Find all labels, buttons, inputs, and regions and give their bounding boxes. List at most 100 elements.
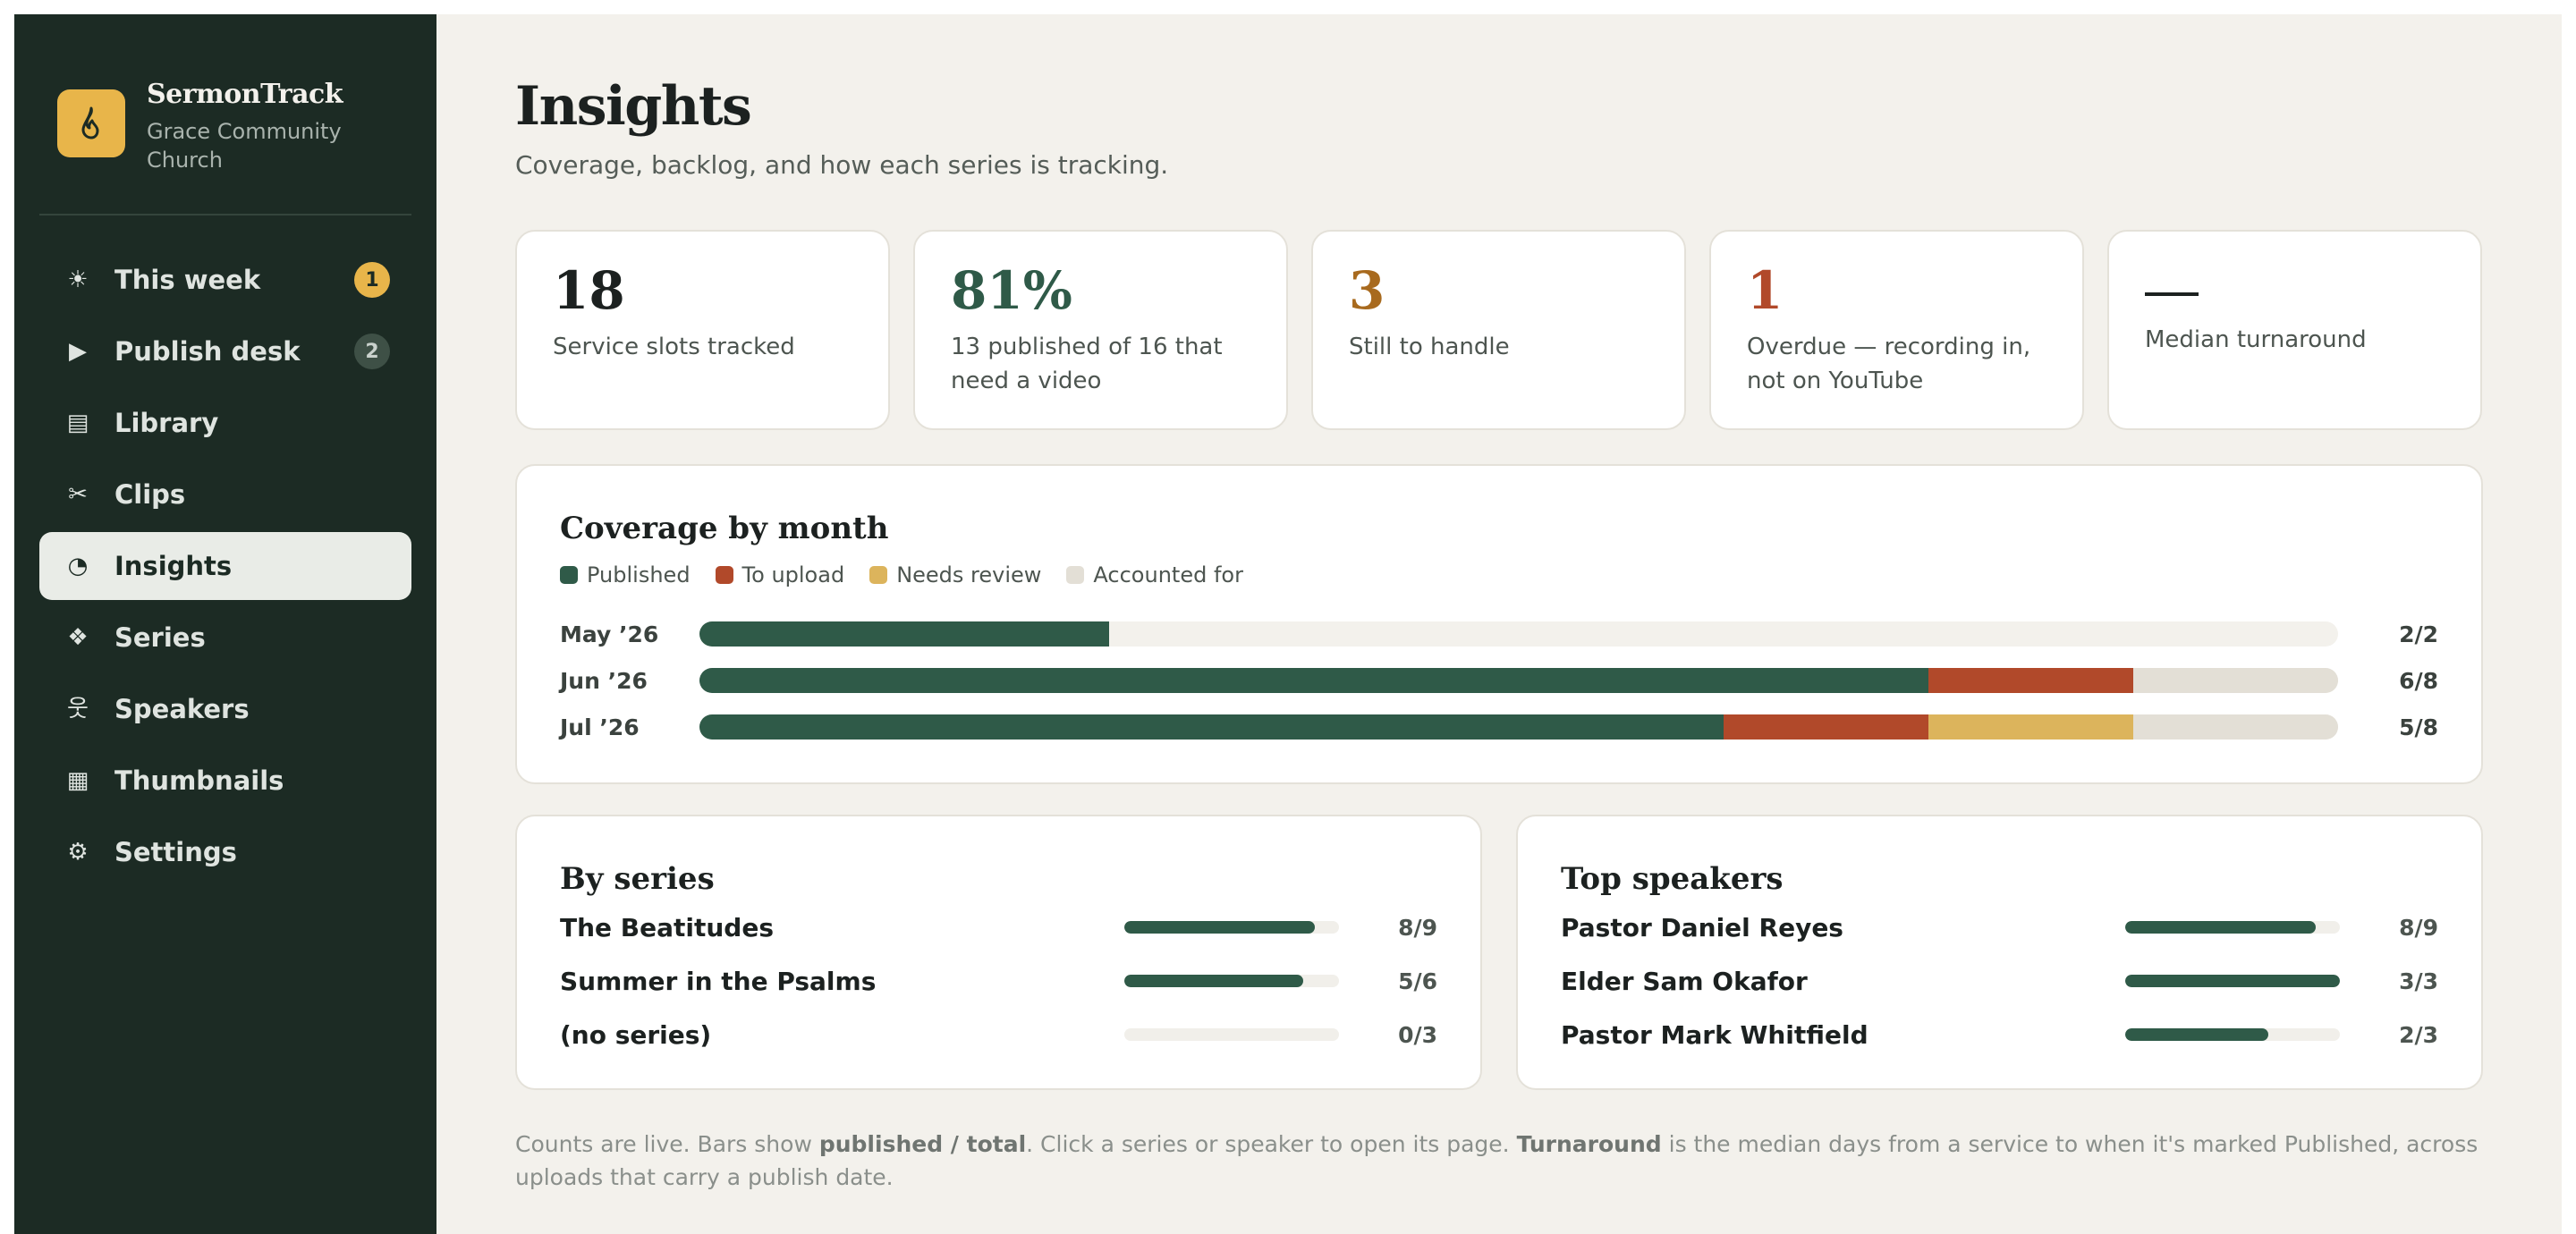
by-series-title: By series [560,861,715,897]
legend-swatch [1066,566,1085,584]
flame-icon [57,89,125,157]
sidebar-item-publish-desk[interactable]: ▶ Publish desk 2 [39,317,411,385]
sidebar-item-label: Speakers [114,694,250,724]
sidebar-item-library[interactable]: ▤ Library [39,389,411,457]
sidebar-item-insights[interactable]: ◔ Insights [39,532,411,600]
series-row-name: Summer in the Psalms [560,966,877,996]
brand-name: SermonTrack [147,79,343,110]
progress-fill [1124,921,1316,934]
count-badge: 2 [354,334,390,369]
speaker-row-elder-sam-okafor[interactable]: Elder Sam Okafor 3/3 [1561,954,2438,1008]
legend-swatch [715,566,733,584]
stat-label: Median turnaround [2145,326,2367,353]
stat-card: 81% 13 published of 16 that need a video [913,230,1288,430]
speaker-row-name: Pastor Daniel Reyes [1561,912,1843,942]
grid-icon: ▦ [66,767,89,794]
speaker-row-pastor-daniel-reyes[interactable]: Pastor Daniel Reyes 8/9 [1561,900,2438,954]
legend-item-published: Published [560,562,691,587]
legend-swatch [560,566,578,584]
count-badge: 1 [354,262,390,298]
sidebar-item-label: Publish desk [114,336,301,367]
app-frame: SermonTrack Grace Community Church ☀ This… [14,14,2562,1234]
month-count: 5/8 [2399,714,2438,740]
speaker-list: Pastor Daniel Reyes 8/9 Elder Sam Okafor 3/… [1561,900,2438,1061]
stat-label: Still to handle [1349,334,1510,360]
by-series-card: By series The Beatitudes 8/9 Summer in the… [515,815,1482,1090]
month-bar-track [699,714,2338,740]
speaker-row-count: 3/3 [2399,968,2438,994]
progress-track [1124,975,1339,987]
stat-card: 3 Still to handle [1311,230,1686,430]
sidebar-item-label: Thumbnails [114,765,284,796]
coverage-chart: May ’26 2/2 Jun ’26 6/8 Jul ’26 5/8 [560,611,2438,750]
bar-segment-published [699,621,1109,647]
top-speakers-card: Top speakers Pastor Daniel Reyes 8/9 Elder… [1516,815,2483,1090]
series-row-name: (no series) [560,1019,712,1050]
series-row-no-series[interactable]: (no series) 0/3 [560,1008,1437,1061]
bar-segment-to-upload [1928,668,2133,693]
month-row: Jun ’26 6/8 [560,657,2438,704]
month-row: Jul ’26 5/8 [560,704,2438,750]
month-count: 6/8 [2399,667,2438,694]
person-icon: 웃 [67,696,89,723]
pie-chart-icon: ◔ [67,553,89,579]
sidebar-item-label: Clips [114,479,186,510]
bar-segment-to-upload [1724,714,1928,740]
sidebar-item-thumbnails[interactable]: ▦ Thumbnails [39,747,411,815]
month-bar-track [699,668,2338,693]
sidebar-item-settings[interactable]: ⚙ Settings [39,818,411,886]
progress-fill [2125,921,2317,934]
progress-track [1124,1028,1339,1041]
bar-segment-accounted-for [2133,714,2338,740]
legend-item-accounted-for: Accounted for [1066,562,1243,587]
series-row-name: The Beatitudes [560,912,774,942]
sidebar-item-series[interactable]: ❖ Series [39,604,411,672]
page-subtitle: Coverage, backlog, and how each series i… [515,150,1169,180]
brand: SermonTrack Grace Community Church [39,39,411,216]
legend-label: Published [587,562,691,587]
gear-icon: ⚙ [67,839,89,866]
progress-fill [1124,975,1303,987]
progress-track [1124,921,1339,934]
progress-fill [2125,1028,2268,1041]
sidebar-item-clips[interactable]: ✂ Clips [39,461,411,528]
month-label: Jun ’26 [560,667,648,694]
speaker-row-name: Elder Sam Okafor [1561,966,1808,996]
sidebar-item-label: Library [114,408,219,438]
speaker-row-count: 8/9 [2399,914,2438,941]
stat-cards: 18 Service slots tracked 81% 13 published o… [515,230,2501,430]
legend-swatch [869,566,888,584]
sidebar-item-label: Series [114,622,206,653]
speaker-row-pastor-mark-whitfield[interactable]: Pastor Mark Whitfield 2/3 [1561,1008,2438,1061]
sidebar-item-this-week[interactable]: ☀ This week 1 [39,246,411,314]
month-label: May ’26 [560,621,659,647]
legend-item-to-upload: To upload [715,562,845,587]
sidebar-item-speakers[interactable]: 웃 Speakers [39,675,411,743]
sidebar-item-label: This week [114,265,261,295]
bar-segment-accounted-for [2133,668,2338,693]
stat-value: 1 [1747,260,1784,321]
sidebar-item-label: Settings [114,837,237,867]
page-title: Insights [515,75,752,138]
play-icon: ▶ [69,338,87,365]
footnote-bold-1: published / total [818,1131,1027,1157]
coverage-title: Coverage by month [560,511,889,546]
stat-label: Service slots tracked [553,334,795,360]
bar-segment-published [699,668,1928,693]
progress-track [2125,921,2340,934]
series-row-the-beatitudes[interactable]: The Beatitudes 8/9 [560,900,1437,954]
sidebar-nav: ☀ This week 1 ▶ Publish desk 2 ▤ Library ✂ Clips ◔… [39,246,411,886]
bar-segment-published [699,714,1724,740]
footnote: Counts are live. Bars show published / t… [515,1128,2501,1194]
footnote-text-1: Counts are live. Bars show [515,1131,819,1157]
legend-label: Accounted for [1093,562,1243,587]
month-row: May ’26 2/2 [560,611,2438,657]
coverage-legend: Published To upload Needs review Accounted … [560,562,2438,587]
series-row-summer-in-the-psalms[interactable]: Summer in the Psalms 5/6 [560,954,1437,1008]
diamond-grid-icon: ❖ [67,624,89,651]
stat-card: Median turnaround [2107,230,2482,430]
legend-label: To upload [741,562,845,587]
progress-track [2125,1028,2340,1041]
sun-icon: ☀ [67,266,89,293]
footnote-text-2: . Click a series or speaker to open its … [1026,1131,1517,1157]
